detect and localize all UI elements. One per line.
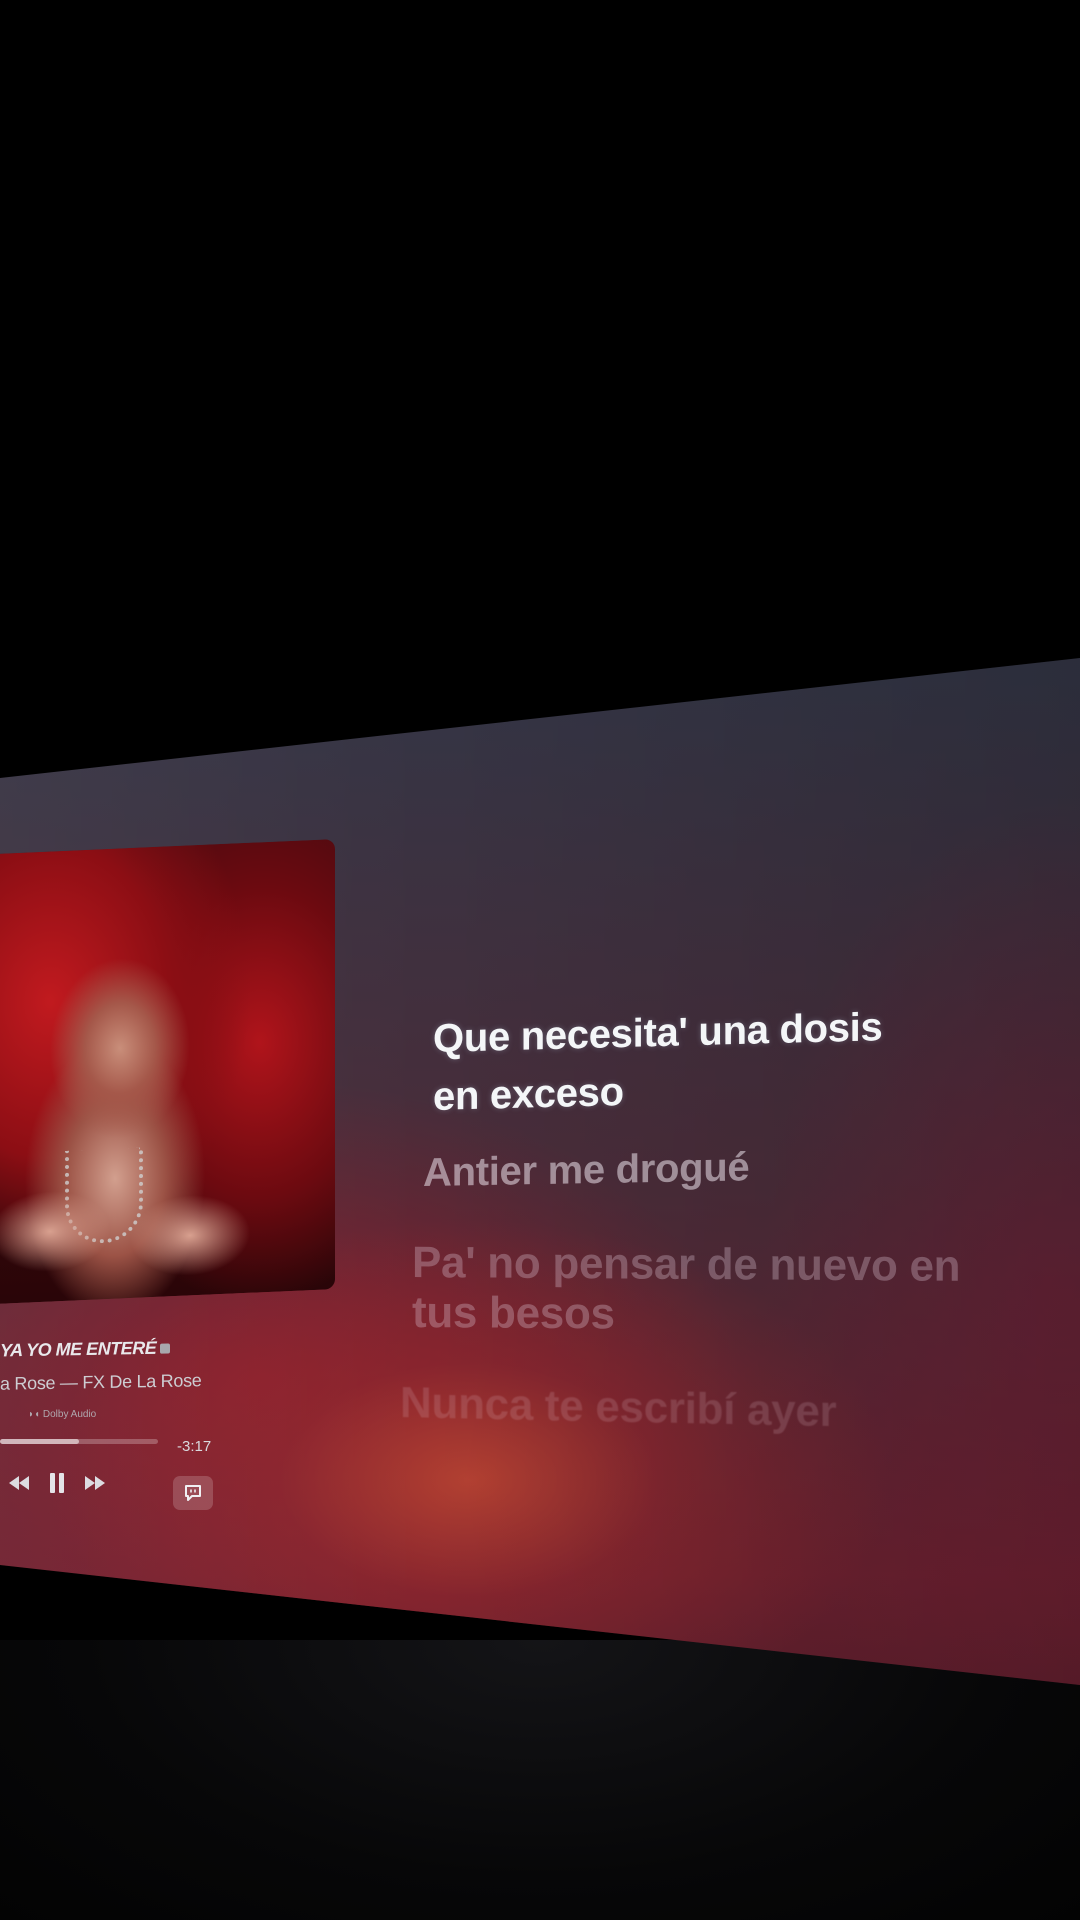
lyric-current-line-1: Que necesita' una dosis: [433, 1005, 883, 1061]
lyric-current[interactable]: Que necesita' una dosis en exceso: [433, 998, 882, 1126]
pause-icon[interactable]: [44, 1472, 70, 1494]
playback-controls: [6, 1472, 108, 1494]
lyric-following-line-1: Pa' no pensar de nuevo en: [412, 1238, 961, 1291]
lyric-following[interactable]: Pa' no pensar de nuevo en tus besos: [412, 1238, 960, 1342]
room-floor: [0, 1640, 1080, 1920]
progress-fill: [0, 1439, 79, 1444]
time-remaining: -3:17: [177, 1438, 212, 1455]
track-title: YA YO ME ENTERÉ: [0, 1337, 171, 1362]
lyric-current-line-2: en exceso: [433, 1070, 624, 1119]
lyric-later[interactable]: Nunca te escribí ayer: [400, 1378, 836, 1437]
dolby-icon: ◗◖: [28, 1409, 41, 1420]
explicit-icon: [160, 1343, 171, 1354]
lyric-later-line: Nunca te escribí ayer: [400, 1378, 837, 1437]
audio-format-label: Dolby Audio: [42, 1409, 97, 1420]
lyric-next[interactable]: Antier me drogué: [423, 1142, 749, 1198]
album-artwork: [0, 839, 335, 1305]
fast-forward-icon[interactable]: [82, 1472, 108, 1494]
lyric-following-line-2: tus besos: [412, 1288, 615, 1339]
audio-format-badge: ◗◖ Dolby Audio: [28, 1409, 96, 1420]
rewind-icon[interactable]: [6, 1472, 32, 1494]
track-title-text: YA YO ME ENTERÉ: [0, 1337, 157, 1361]
album-hands-detail: [0, 1182, 250, 1285]
lyrics-button[interactable]: [173, 1476, 213, 1510]
progress-bar[interactable]: [0, 1439, 158, 1444]
track-artist: a Rose — FX De La Rose: [0, 1370, 202, 1394]
lyric-next-line: Antier me drogué: [423, 1145, 750, 1195]
photo-scene: YA YO ME ENTERÉ a Rose — FX De La Rose ◗…: [0, 0, 1080, 1920]
lyrics-icon: [185, 1485, 201, 1501]
